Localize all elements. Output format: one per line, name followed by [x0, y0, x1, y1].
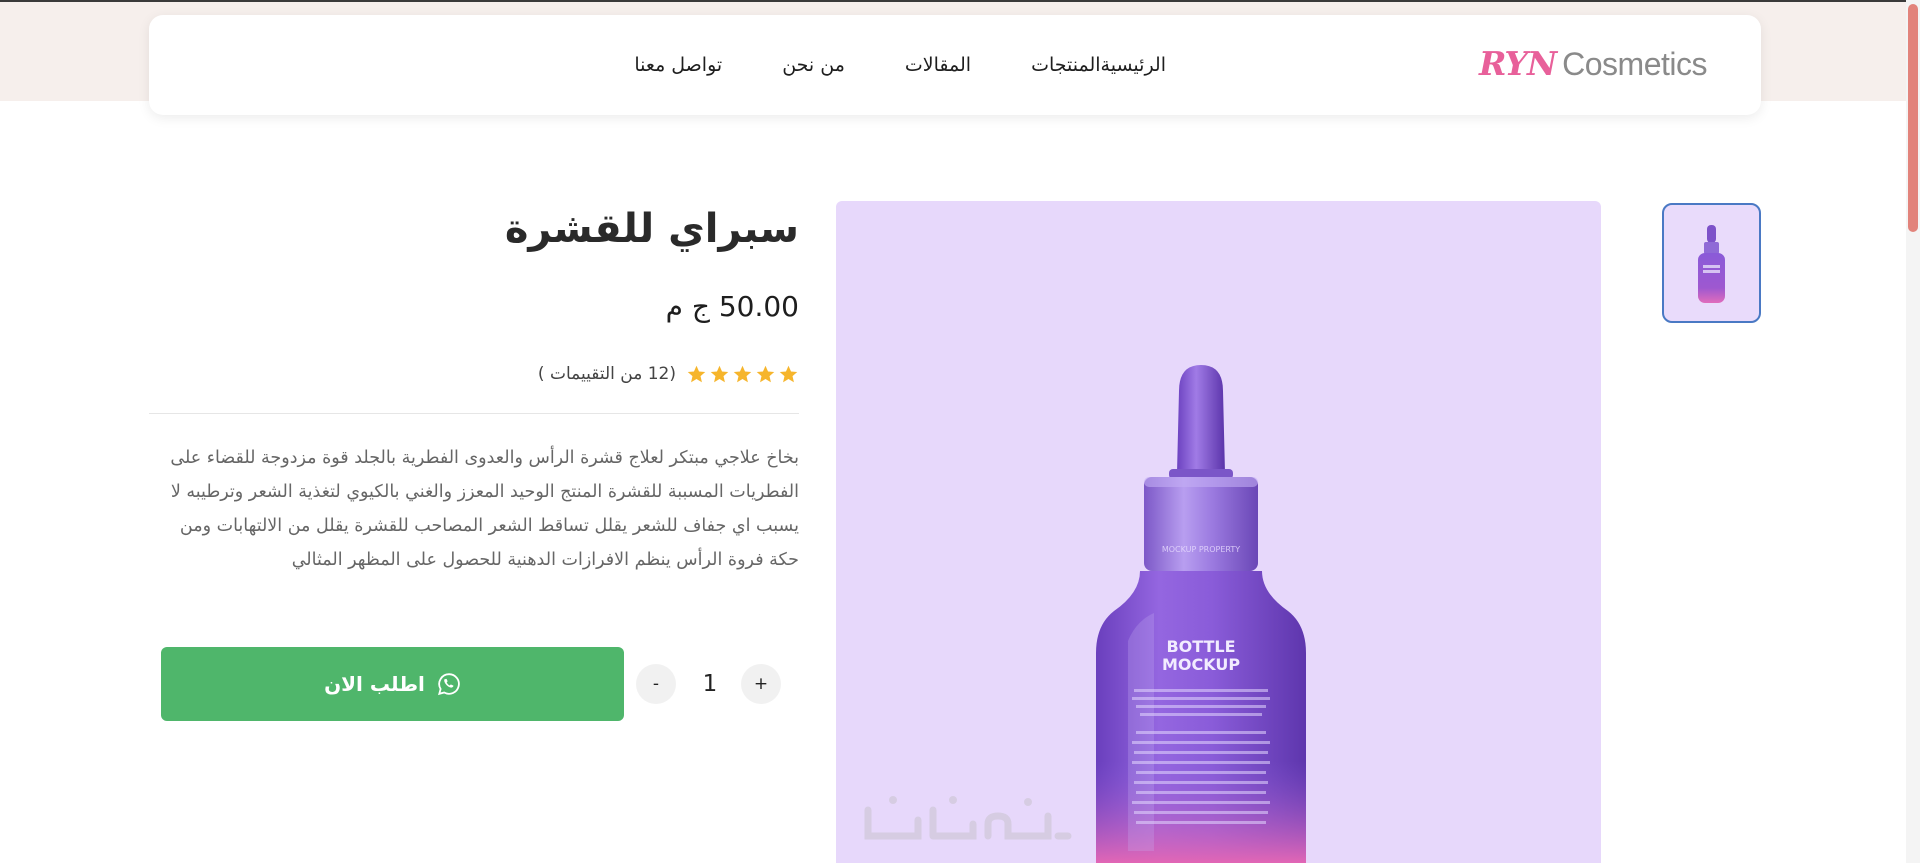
nav-item-products[interactable]: المنتجات	[1031, 54, 1100, 76]
quantity-decrease-button[interactable]: -	[636, 664, 676, 704]
star-icon	[710, 365, 729, 382]
logo[interactable]: RYN Cosmetics	[1479, 44, 1707, 86]
product-description: بخاخ علاجي مبتكر لعلاج قشرة الرأس والعدو…	[170, 448, 799, 570]
whatsapp-icon	[437, 673, 460, 696]
bottle-image: MOCKUP PROPERTY BOTTLE MOCKUP	[1096, 365, 1306, 863]
logo-mark: RYN	[1479, 44, 1557, 83]
divider	[149, 413, 799, 414]
bottle-label-line2: MOCKUP	[1162, 655, 1240, 674]
logo-text: Cosmetics	[1562, 46, 1707, 82]
nav-item-articles[interactable]: المقالات	[905, 54, 971, 76]
review-count[interactable]: (12 من التقييمات )	[538, 364, 676, 384]
page-scrollbar[interactable]	[1906, 0, 1920, 863]
main-nav: الرئيسية المنتجات المقالات من نحن تواصل …	[574, 15, 1166, 115]
bottle-label-line1: BOTTLE	[1166, 637, 1235, 656]
nav-item-home[interactable]: الرئيسية	[1101, 54, 1166, 76]
product-main-image[interactable]: MOCKUP PROPERTY BOTTLE MOCKUP	[836, 201, 1601, 863]
site-header: RYN Cosmetics الرئيسية المنتجات المقالات …	[149, 15, 1761, 115]
page: RYN Cosmetics الرئيسية المنتجات المقالات …	[0, 0, 1920, 863]
scrollbar-thumb[interactable]	[1908, 4, 1918, 232]
rating-stars	[686, 364, 799, 385]
quantity-increase-button[interactable]: +	[741, 664, 781, 704]
quantity-value[interactable]: 1	[690, 664, 730, 704]
product-title: سبراي للقشرة	[504, 206, 799, 252]
bottle-neck-text: MOCKUP PROPERTY	[1162, 545, 1240, 554]
product-price: 50.00 ج م	[665, 290, 799, 323]
thumbnail-bottle-image	[1698, 225, 1725, 303]
nav-item-contact[interactable]: تواصل معنا	[634, 54, 722, 76]
star-icon	[779, 365, 798, 382]
order-now-button[interactable]: اطلب الان	[161, 647, 624, 721]
star-icon	[733, 365, 752, 382]
product-thumbnail[interactable]	[1662, 203, 1761, 323]
nav-item-about[interactable]: من نحن	[782, 54, 845, 76]
star-icon	[687, 365, 706, 382]
order-now-label: اطلب الان	[324, 672, 425, 696]
star-icon	[756, 365, 775, 382]
product-rating: (12 من التقييمات )	[538, 360, 799, 388]
